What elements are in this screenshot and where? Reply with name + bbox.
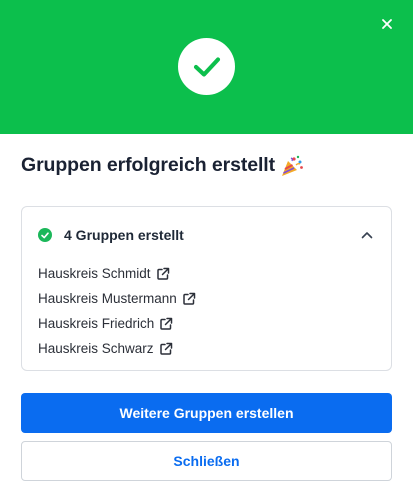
close-dialog-button[interactable]: Schließen <box>21 441 392 481</box>
page-title-text: Gruppen erfolgreich erstellt <box>21 154 276 176</box>
group-name: Hauskreis Schwarz <box>38 341 154 356</box>
list-item[interactable]: Hauskreis Mustermann <box>38 286 196 311</box>
panel-header[interactable]: 4 Gruppen erstellt <box>38 226 375 244</box>
group-name: Hauskreis Schmidt <box>38 266 151 281</box>
group-name: Hauskreis Mustermann <box>38 291 177 306</box>
group-name: Hauskreis Friedrich <box>38 316 155 331</box>
list-item[interactable]: Hauskreis Friedrich <box>38 311 196 336</box>
list-item[interactable]: Hauskreis Schwarz <box>38 336 196 361</box>
check-circle-icon <box>38 228 52 242</box>
success-header <box>0 0 413 134</box>
create-more-groups-button[interactable]: Weitere Gruppen erstellen <box>21 393 392 433</box>
success-badge <box>178 38 235 95</box>
external-link-icon[interactable] <box>159 317 173 331</box>
created-groups-panel: 4 Gruppen erstellt Hauskreis Schmidt Hau… <box>21 206 392 371</box>
page-title: Gruppen erfolgreich erstellt <box>21 154 304 177</box>
external-link-icon[interactable] <box>159 342 173 356</box>
external-link-icon[interactable] <box>182 292 196 306</box>
external-link-icon[interactable] <box>156 267 170 281</box>
party-popper-icon <box>280 155 304 177</box>
summary-label: 4 Gruppen erstellt <box>64 227 184 243</box>
list-item[interactable]: Hauskreis Schmidt <box>38 261 196 286</box>
group-list: Hauskreis Schmidt Hauskreis Mustermann H… <box>38 261 196 361</box>
close-button[interactable] <box>375 12 399 36</box>
checkmark-icon <box>193 56 220 77</box>
chevron-up-icon[interactable] <box>359 227 375 243</box>
close-icon[interactable] <box>382 19 392 29</box>
